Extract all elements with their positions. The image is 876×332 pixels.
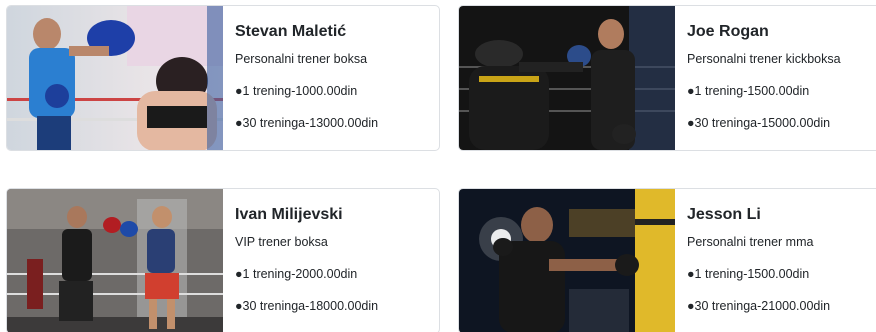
trainer-card[interactable]: Jesson Li Personalni trener mma ●1 treni… (458, 188, 876, 332)
trainer-card[interactable]: Ivan Milijevski VIP trener boksa ●1 tren… (6, 188, 440, 332)
trainer-role: Personalni trener boksa (235, 52, 368, 66)
trainer-photo (7, 6, 223, 150)
trainer-info: Ivan Milijevski VIP trener boksa ●1 tren… (223, 189, 439, 332)
single-session-price: ●1 trening-1000.00din (235, 84, 358, 98)
trainer-photo (459, 189, 675, 332)
trainer-info: Stevan Maletić Personalni trener boksa ●… (223, 6, 439, 150)
trainer-name: Jesson Li (687, 206, 761, 223)
trainer-name: Stevan Maletić (235, 23, 347, 40)
trainer-info: Joe Rogan Personalni trener kickboksa ●1… (675, 6, 876, 150)
trainer-info: Jesson Li Personalni trener mma ●1 treni… (675, 189, 876, 332)
trainer-role: Personalni trener mma (687, 235, 814, 249)
package-price: ●30 treninga-13000.00din (235, 116, 379, 130)
trainer-card-grid: Stevan Maletić Personalni trener boksa ●… (0, 0, 876, 332)
package-price: ●30 treninga-15000.00din (687, 116, 831, 130)
single-session-price: ●1 trening-1500.00din (687, 84, 810, 98)
trainer-card[interactable]: Stevan Maletić Personalni trener boksa ●… (6, 5, 440, 151)
package-price: ●30 treninga-18000.00din (235, 299, 379, 313)
trainer-role: VIP trener boksa (235, 235, 328, 249)
trainer-role: Personalni trener kickboksa (687, 52, 841, 66)
package-price: ●30 treninga-21000.00din (687, 299, 831, 313)
single-session-price: ●1 trening-2000.00din (235, 267, 358, 281)
trainer-photo (7, 189, 223, 332)
trainer-name: Joe Rogan (687, 23, 769, 40)
trainer-card[interactable]: Joe Rogan Personalni trener kickboksa ●1… (458, 5, 876, 151)
trainer-name: Ivan Milijevski (235, 206, 343, 223)
single-session-price: ●1 trening-1500.00din (687, 267, 810, 281)
trainer-photo (459, 6, 675, 150)
